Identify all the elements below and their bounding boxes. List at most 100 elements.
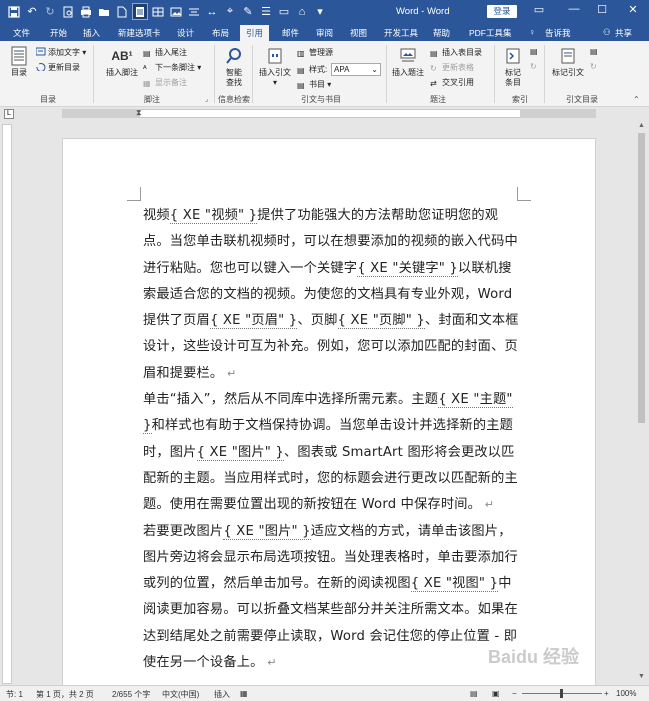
tab-design[interactable]: 设计: [177, 27, 194, 39]
tab-developer[interactable]: 开发工具: [384, 27, 418, 39]
paragraph[interactable]: 若要更改图片{ XE "图片" }适应文档的方式，请单击该图片，图片旁边将会显示…: [143, 519, 523, 677]
tell-me-icon[interactable]: ♀: [529, 27, 535, 37]
tab-file[interactable]: 文件: [13, 27, 30, 39]
new-document-icon[interactable]: [114, 3, 130, 20]
index-entry-field[interactable]: { XE "页脚" }: [337, 313, 425, 330]
tab-selector-icon[interactable]: L: [4, 109, 14, 119]
index-entry-field[interactable]: { XE "图片" }: [223, 523, 311, 540]
spacing-icon[interactable]: ↔: [204, 3, 220, 20]
vertical-ruler[interactable]: [2, 124, 12, 684]
bibliography-button[interactable]: ▤ 书目 ▾: [297, 79, 331, 90]
insert-citation-button[interactable]: 插入引文 ▾: [257, 46, 293, 88]
tab-layout[interactable]: 布局: [212, 27, 229, 39]
status-mode[interactable]: 插入: [214, 689, 230, 700]
status-page[interactable]: 第 1 页，共 2 页: [36, 689, 94, 700]
update-toc-button[interactable]: 更新目录: [36, 62, 80, 73]
zoom-out-icon[interactable]: −: [512, 689, 517, 698]
show-notes-button[interactable]: ▦ 显示备注: [143, 77, 187, 88]
smart-lookup-icon: [223, 46, 245, 66]
maximize-icon[interactable]: ☐: [593, 3, 611, 19]
status-language[interactable]: 中文(中国): [162, 689, 199, 700]
read-mode-icon[interactable]: [132, 3, 148, 20]
update-table-button[interactable]: ↻ 更新表格: [430, 62, 474, 73]
citation-style-select[interactable]: APA ⌄: [331, 63, 381, 76]
mark-citation-button[interactable]: 标记引文: [550, 46, 586, 78]
open-folder-icon[interactable]: [96, 3, 112, 20]
document-page[interactable]: 视频{ XE "视频" }提供了功能强大的方法帮助您证明您的观点。当您单击联机视…: [62, 138, 596, 698]
insert-caption-button[interactable]: 插入题注: [390, 46, 426, 78]
undo-icon[interactable]: ↶: [24, 3, 40, 20]
tab-help[interactable]: 帮助: [433, 27, 450, 39]
tab-new-tab[interactable]: 新建选项卡: [118, 27, 161, 39]
tab-view[interactable]: 视图: [350, 27, 367, 39]
align-icon[interactable]: [186, 3, 202, 20]
index-entry-field[interactable]: { XE "图片" }: [196, 444, 284, 461]
caption-icon[interactable]: ▭: [276, 3, 292, 20]
paragraph[interactable]: 单击“插入”，然后从不同库中选择所需元素。主题{ XE "主题" }和样式也有助…: [143, 387, 523, 518]
close-icon[interactable]: ✕: [624, 3, 642, 19]
scrollbar-thumb[interactable]: [638, 133, 645, 423]
share-button[interactable]: 共享: [615, 27, 632, 39]
tab-home[interactable]: 开始: [50, 27, 67, 39]
print-icon[interactable]: [78, 3, 94, 20]
mark-entry-button[interactable]: 标记条目: [499, 46, 527, 88]
zoom-level[interactable]: 100%: [616, 689, 636, 698]
scroll-down-icon[interactable]: ▼: [638, 673, 645, 680]
index-entry-field[interactable]: { XE "页眉" }: [209, 313, 298, 330]
tell-me-search[interactable]: 告诉我: [545, 27, 571, 39]
vertical-scrollbar[interactable]: ▲ ▼: [634, 121, 649, 685]
cross-reference-button[interactable]: ⇄ 交叉引用: [430, 77, 474, 88]
insert-toa-icon[interactable]: ▤: [590, 47, 598, 56]
brush-icon[interactable]: ✎: [240, 3, 256, 20]
insert-endnote-button[interactable]: ▤ 插入尾注: [143, 47, 187, 58]
image-icon[interactable]: [168, 3, 184, 20]
zoom-in-icon[interactable]: +: [604, 689, 609, 698]
status-word-count[interactable]: 2/655 个字: [112, 689, 150, 700]
ribbon-display-options-icon[interactable]: ▭: [530, 3, 548, 19]
collapse-ribbon-icon[interactable]: ⌃: [633, 95, 640, 104]
print-preview-icon[interactable]: [60, 3, 76, 20]
index-entry-field[interactable]: { XE "关键字" }: [357, 260, 459, 277]
tab-mailings[interactable]: 邮件: [282, 27, 299, 39]
insert-footnote-button[interactable]: AB¹ 插入脚注: [103, 46, 141, 78]
print-layout-icon[interactable]: ▣: [492, 689, 500, 698]
group-divider: [544, 45, 545, 103]
indent-marker-icon[interactable]: ⧗: [136, 108, 144, 120]
tab-pdf-tools[interactable]: PDF工具集: [469, 27, 512, 39]
next-footnote-button[interactable]: ᴬ 下一条脚注 ▾: [143, 62, 201, 73]
status-section[interactable]: 节: 1: [6, 689, 23, 700]
add-text-button[interactable]: 添加文字 ▾: [35, 47, 86, 58]
index-entry-field[interactable]: { XE "视频" }: [169, 208, 258, 224]
toc-button[interactable]: 目录: [6, 46, 32, 78]
manage-sources-button[interactable]: ▥ 管理源: [297, 47, 333, 58]
paragraph[interactable]: 视频{ XE "视频" }提供了功能强大的方法帮助您证明您的观点。当您单击联机视…: [143, 203, 523, 387]
horizontal-ruler[interactable]: L ⧗: [0, 107, 649, 121]
document-body[interactable]: 视频{ XE "视频" }提供了功能强大的方法帮助您证明您的观点。当您单击联机视…: [143, 203, 523, 676]
customize-qat-icon[interactable]: ▾: [312, 3, 328, 20]
scroll-up-icon[interactable]: ▲: [638, 122, 645, 129]
tab-review[interactable]: 审阅: [316, 27, 333, 39]
login-button[interactable]: 登录: [487, 5, 517, 18]
tab-insert[interactable]: 插入: [83, 27, 100, 39]
insert-citation-label: 插入引文: [259, 68, 291, 77]
focus-mode-icon[interactable]: ▤: [470, 689, 478, 698]
pointer-icon[interactable]: ⌖: [222, 3, 238, 20]
tab-references[interactable]: 引用: [240, 25, 270, 41]
save-icon[interactable]: [6, 3, 22, 20]
update-toa-icon[interactable]: ↻: [590, 62, 597, 71]
zoom-slider-thumb[interactable]: [560, 689, 563, 698]
mark-citation-label: 标记引文: [552, 68, 584, 77]
insert-index-icon[interactable]: ▤: [530, 47, 538, 56]
footnotes-dialog-launcher-icon[interactable]: ⌟: [205, 95, 208, 103]
redo-icon[interactable]: ↻: [42, 3, 58, 20]
minimize-icon[interactable]: —: [565, 3, 583, 19]
share-icon[interactable]: ⚇: [603, 27, 611, 38]
update-index-icon[interactable]: ↻: [530, 62, 537, 71]
table-icon[interactable]: [150, 3, 166, 20]
list-icon[interactable]: ☰: [258, 3, 274, 20]
macro-record-icon[interactable]: ▦: [240, 689, 248, 698]
smart-lookup-button[interactable]: 智能查找: [218, 46, 250, 88]
insert-tof-button[interactable]: ▤ 插入表目录: [430, 47, 482, 58]
bookmark-icon[interactable]: ⌂: [294, 3, 310, 20]
index-entry-field[interactable]: { XE "视图" }: [410, 576, 499, 593]
